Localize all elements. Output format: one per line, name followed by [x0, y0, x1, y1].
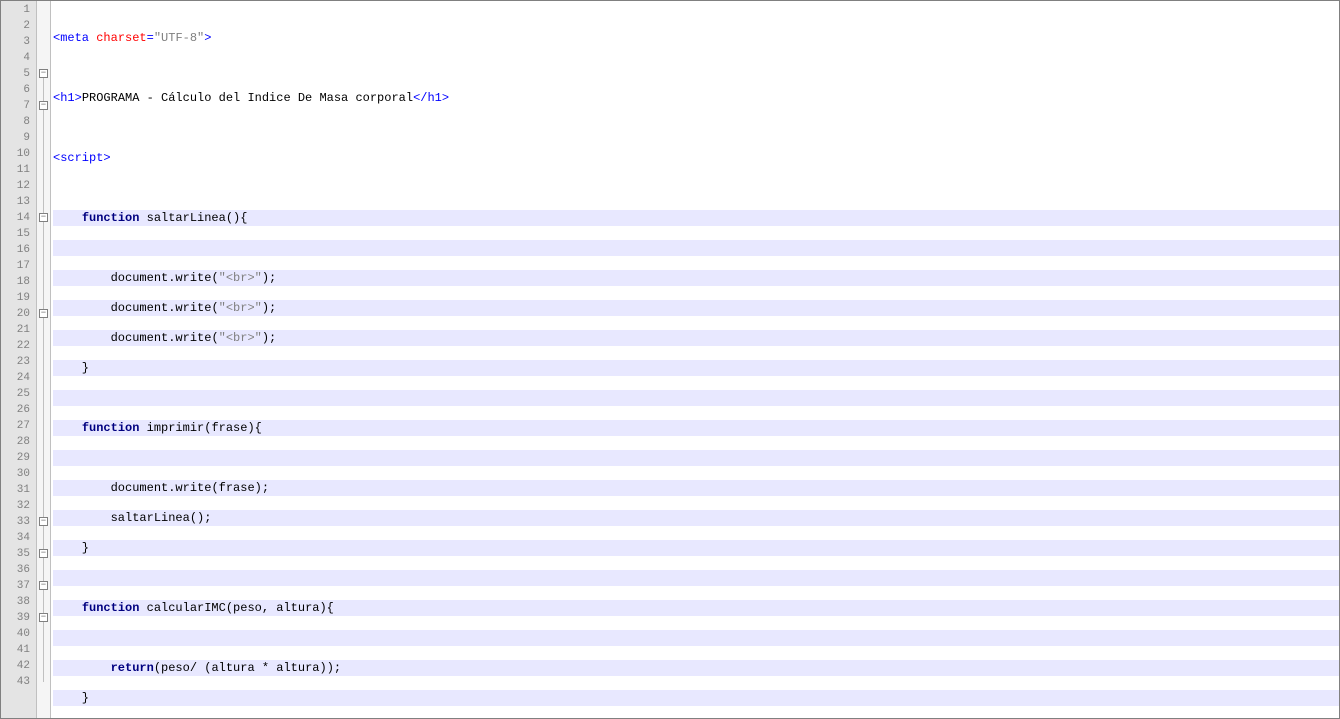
code-area[interactable]: <meta charset="UTF-8"> <h1>PROGRAMA - Cá…: [51, 1, 1339, 718]
fold-toggle-icon[interactable]: −: [39, 101, 48, 110]
line-number[interactable]: 5: [1, 66, 36, 82]
line-number[interactable]: 16: [1, 242, 36, 258]
code-line[interactable]: [53, 390, 1339, 406]
line-number[interactable]: 39: [1, 610, 36, 626]
line-number[interactable]: 9: [1, 130, 36, 146]
line-number[interactable]: 10: [1, 146, 36, 162]
line-number[interactable]: 37: [1, 578, 36, 594]
line-number[interactable]: 21: [1, 322, 36, 338]
line-number[interactable]: 23: [1, 354, 36, 370]
line-number[interactable]: 7: [1, 98, 36, 114]
line-number[interactable]: 24: [1, 370, 36, 386]
line-number[interactable]: 11: [1, 162, 36, 178]
fold-toggle-icon[interactable]: −: [39, 549, 48, 558]
line-number[interactable]: 14: [1, 210, 36, 226]
code-line[interactable]: [53, 570, 1339, 586]
editor-window: 1234567891011121314151617181920212223242…: [0, 0, 1340, 719]
line-number[interactable]: 15: [1, 226, 36, 242]
line-number[interactable]: 1: [1, 2, 36, 18]
line-number[interactable]: 3: [1, 34, 36, 50]
code-line[interactable]: function calcularIMC(peso, altura){: [53, 600, 1339, 616]
fold-toggle-icon[interactable]: −: [39, 581, 48, 590]
line-number[interactable]: 4: [1, 50, 36, 66]
code-line[interactable]: [53, 60, 1339, 76]
code-line[interactable]: [53, 240, 1339, 256]
code-line[interactable]: document.write("<br>");: [53, 300, 1339, 316]
fold-toggle-icon[interactable]: −: [39, 517, 48, 526]
line-number[interactable]: 40: [1, 626, 36, 642]
line-number[interactable]: 32: [1, 498, 36, 514]
code-line[interactable]: function imprimir(frase){: [53, 420, 1339, 436]
code-line[interactable]: document.write(frase);: [53, 480, 1339, 496]
code-line[interactable]: }: [53, 690, 1339, 706]
line-number[interactable]: 6: [1, 82, 36, 98]
line-number[interactable]: 38: [1, 594, 36, 610]
line-number[interactable]: 25: [1, 386, 36, 402]
line-number[interactable]: 26: [1, 402, 36, 418]
line-number[interactable]: 41: [1, 642, 36, 658]
fold-toggle-icon[interactable]: −: [39, 613, 48, 622]
line-number[interactable]: 30: [1, 466, 36, 482]
line-number-gutter[interactable]: 1234567891011121314151617181920212223242…: [1, 1, 37, 718]
code-line[interactable]: saltarLinea();: [53, 510, 1339, 526]
code-line[interactable]: <meta charset="UTF-8">: [53, 30, 1339, 46]
code-line[interactable]: <script>: [53, 150, 1339, 166]
fold-toggle-icon[interactable]: −: [39, 213, 48, 222]
line-number[interactable]: 36: [1, 562, 36, 578]
code-line[interactable]: [53, 630, 1339, 646]
line-number[interactable]: 13: [1, 194, 36, 210]
line-number[interactable]: 33: [1, 514, 36, 530]
editor-area[interactable]: 1234567891011121314151617181920212223242…: [1, 1, 1339, 718]
line-number[interactable]: 43: [1, 674, 36, 690]
fold-toggle-icon[interactable]: −: [39, 309, 48, 318]
code-line[interactable]: }: [53, 360, 1339, 376]
line-number[interactable]: 19: [1, 290, 36, 306]
line-number[interactable]: 20: [1, 306, 36, 322]
line-number[interactable]: 29: [1, 450, 36, 466]
code-line[interactable]: document.write("<br>");: [53, 270, 1339, 286]
line-number[interactable]: 42: [1, 658, 36, 674]
code-line[interactable]: [53, 120, 1339, 136]
line-number[interactable]: 27: [1, 418, 36, 434]
line-number[interactable]: 31: [1, 482, 36, 498]
line-number[interactable]: 8: [1, 114, 36, 130]
line-number[interactable]: 28: [1, 434, 36, 450]
code-line[interactable]: return(peso/ (altura * altura));: [53, 660, 1339, 676]
line-number[interactable]: 35: [1, 546, 36, 562]
code-line[interactable]: document.write("<br>");: [53, 330, 1339, 346]
line-number[interactable]: 22: [1, 338, 36, 354]
code-line[interactable]: [53, 180, 1339, 196]
line-number[interactable]: 2: [1, 18, 36, 34]
line-number[interactable]: 12: [1, 178, 36, 194]
line-number[interactable]: 34: [1, 530, 36, 546]
fold-gutter[interactable]: − − − − − − − −: [37, 1, 51, 718]
code-line[interactable]: <h1>PROGRAMA - Cálculo del Indice De Mas…: [53, 90, 1339, 106]
code-line[interactable]: function saltarLinea(){: [53, 210, 1339, 226]
code-line[interactable]: }: [53, 540, 1339, 556]
code-line[interactable]: [53, 450, 1339, 466]
line-number[interactable]: 17: [1, 258, 36, 274]
fold-toggle-icon[interactable]: −: [39, 69, 48, 78]
line-number[interactable]: 18: [1, 274, 36, 290]
